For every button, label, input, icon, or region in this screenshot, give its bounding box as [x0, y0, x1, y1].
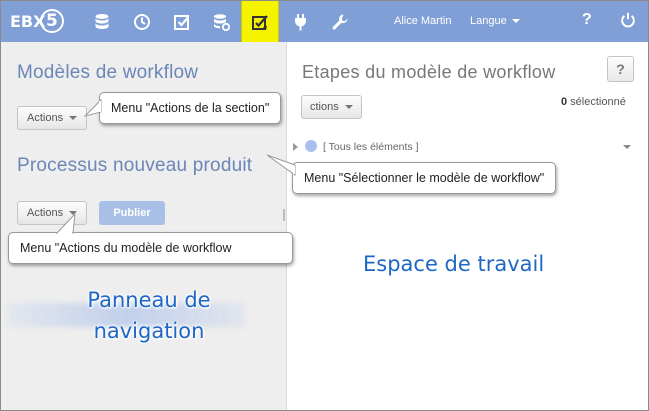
section-title: Modèles de workflow: [17, 62, 199, 83]
tree-node-dot-icon: [305, 140, 317, 152]
callout-model-actions-text: Menu "Actions du modèle de workflow: [20, 241, 232, 255]
tree-row[interactable]: [ Tous les éléments ]: [293, 140, 633, 156]
navigation-panel-annotation: Panneau de navigation: [69, 285, 229, 347]
callout-section-actions: Menu "Actions de la section": [83, 92, 282, 124]
language-label: Langue: [470, 15, 507, 27]
callout-select-model-text: Menu "Sélectionner le modèle de workflow…: [304, 171, 545, 185]
workflow-model-selector[interactable]: Processus nouveau produit: [17, 155, 252, 177]
publish-button[interactable]: Publier: [99, 201, 165, 225]
selection-count-suffix: sélectionné: [567, 96, 626, 108]
section-actions-label: Actions: [27, 112, 64, 124]
workspace-actions-button[interactable]: ctions: [301, 95, 362, 119]
row-menu-chevron-icon[interactable]: [623, 145, 631, 149]
callout-select-model: Menu "Sélectionner le modèle de workflow…: [266, 154, 557, 194]
power-icon[interactable]: [619, 11, 637, 34]
ebx-logo[interactable]: EBX 5: [10, 9, 64, 35]
tree-item-label[interactable]: [ Tous les éléments ]: [323, 141, 419, 153]
expand-arrow-icon[interactable]: [293, 143, 298, 151]
workflow-model-icon[interactable]: [241, 1, 279, 42]
workspace-annotation: Espace de travail: [363, 252, 545, 276]
wrench-icon[interactable]: [321, 1, 359, 42]
help-icon[interactable]: ?: [582, 11, 592, 29]
checkbox-icon[interactable]: [163, 1, 201, 42]
chevron-down-icon: [511, 19, 520, 24]
workspace-title: Etapes du modèle de workflow: [302, 62, 556, 82]
clock-icon[interactable]: [123, 1, 161, 42]
section-actions-button[interactable]: Actions: [17, 106, 88, 130]
selection-count: 0 sélectionné: [561, 96, 626, 108]
chevron-down-icon: [344, 105, 353, 110]
annotation-line-2: navigation: [93, 319, 205, 343]
app-window: EBX 5 Alice Martin Langue ? Modèles de w…: [0, 0, 649, 411]
language-menu[interactable]: Langue: [470, 15, 520, 27]
workspace-help-button[interactable]: ?: [607, 56, 634, 82]
chevron-down-icon: [69, 116, 78, 121]
callout-section-actions-text: Menu "Actions de la section": [111, 101, 270, 115]
user-name[interactable]: Alice Martin: [394, 15, 451, 27]
logo-digit: 5: [46, 11, 58, 31]
annotation-line-1: Panneau de: [87, 288, 211, 312]
top-bar: EBX 5 Alice Martin Langue ?: [1, 1, 648, 42]
database-icon[interactable]: [83, 1, 121, 42]
panel-splitter-handle[interactable]: [283, 209, 285, 221]
callout-model-actions: Menu "Actions du modèle de workflow: [8, 212, 293, 264]
plug-icon[interactable]: [281, 1, 319, 42]
workspace-actions-label: ctions: [310, 101, 339, 113]
data-services-icon[interactable]: [202, 1, 240, 42]
